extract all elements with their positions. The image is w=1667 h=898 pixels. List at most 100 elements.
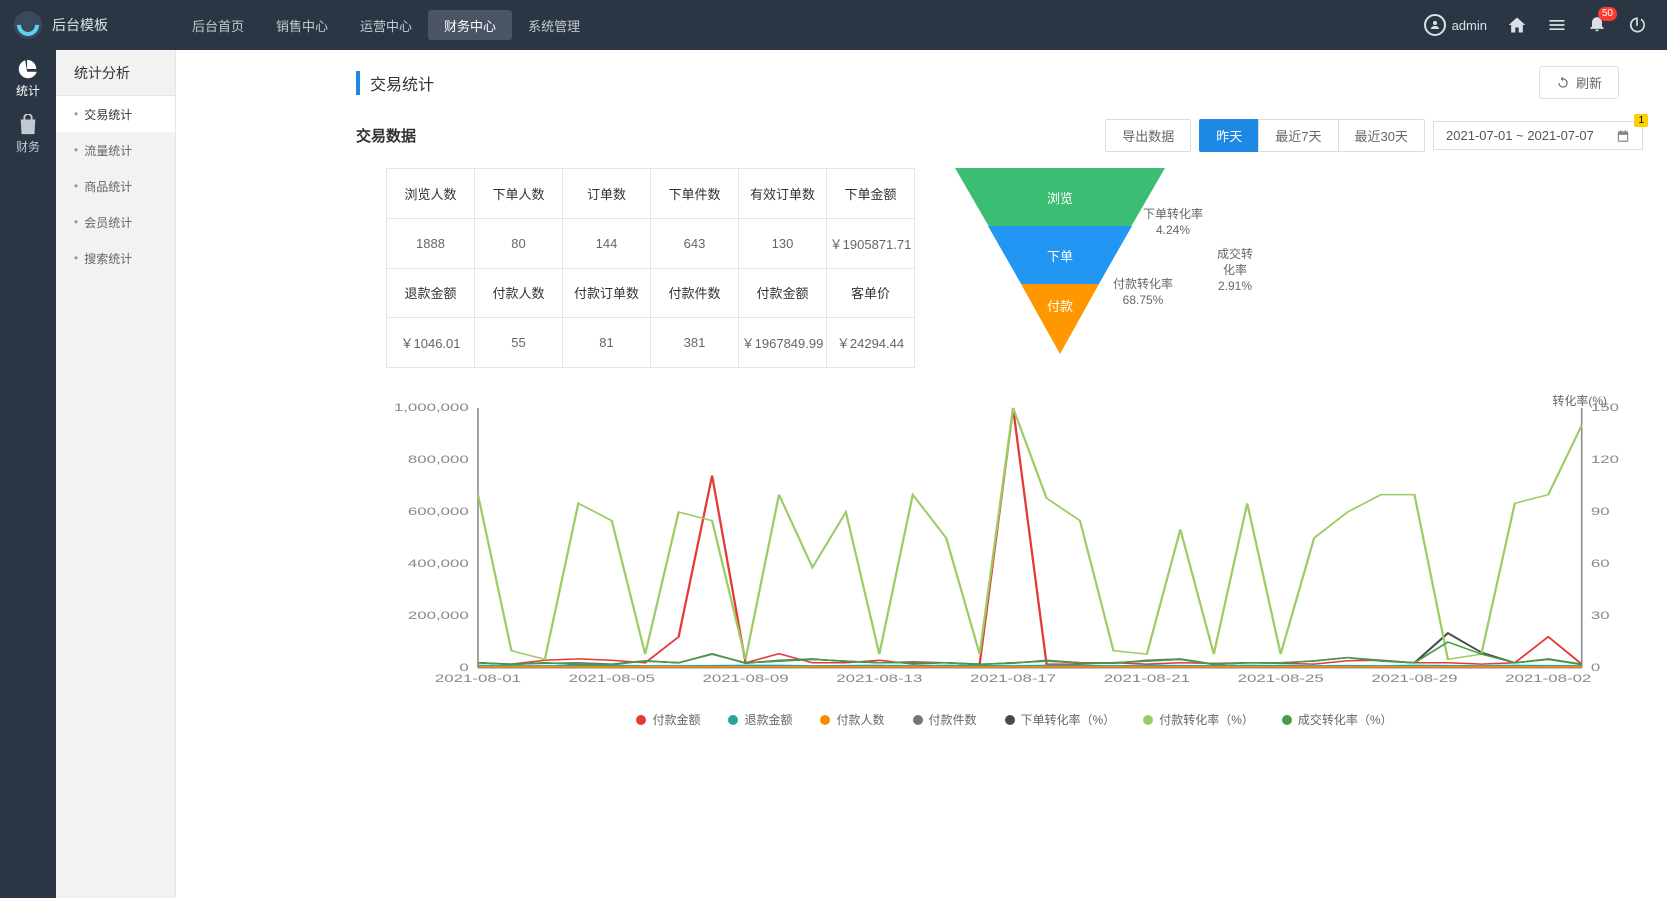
menu-icon[interactable]: [1547, 15, 1567, 35]
svg-text:120: 120: [1591, 454, 1619, 466]
subnav-item-3[interactable]: 会员统计: [56, 204, 175, 240]
y2-title: 转化率(%): [1552, 392, 1607, 409]
power-icon[interactable]: [1627, 15, 1647, 35]
svg-text:2021-08-17: 2021-08-17: [970, 673, 1056, 685]
svg-text:200,000: 200,000: [408, 610, 469, 622]
nav-item-2[interactable]: 运营中心: [344, 0, 428, 50]
refresh-button[interactable]: 刷新: [1539, 66, 1619, 99]
svg-text:2021-08-21: 2021-08-21: [1104, 673, 1190, 685]
user-icon: [1424, 14, 1446, 36]
export-button[interactable]: 导出数据: [1105, 119, 1191, 152]
svg-text:1,000,000: 1,000,000: [394, 402, 469, 414]
legend-item[interactable]: 付款件数: [913, 711, 977, 728]
leftbar-item-stats[interactable]: 统计: [0, 50, 56, 106]
app-title: 后台模板: [52, 15, 108, 35]
funnel-label-1: 下单转化率4.24%: [1143, 206, 1203, 238]
stats-value: ￥1905871.71: [827, 218, 915, 268]
legend-dot: [1143, 715, 1153, 725]
legend-dot: [1282, 715, 1292, 725]
stats-value: 144: [563, 218, 651, 268]
legend-item[interactable]: 付款转化率（%）: [1143, 711, 1254, 728]
date-range-picker[interactable]: 2021-07-01 ~ 2021-07-07 1: [1433, 121, 1643, 150]
legend-item[interactable]: 付款金额: [636, 711, 700, 728]
legend-label: 付款金额: [652, 711, 700, 728]
legend-dot: [636, 715, 646, 725]
legend-item[interactable]: 付款人数: [820, 711, 884, 728]
legend-label: 退款金额: [744, 711, 792, 728]
subnav-item-0[interactable]: 交易统计: [56, 96, 175, 132]
stats-head: 订单数: [563, 169, 651, 219]
nav-item-0[interactable]: 后台首页: [176, 0, 260, 50]
svg-text:600,000: 600,000: [408, 506, 469, 518]
line-chart: 转化率(%) 0200,000400,000600,000800,0001,00…: [356, 398, 1643, 738]
svg-text:2021-08-02: 2021-08-02: [1505, 673, 1591, 685]
page-title: 交易统计: [356, 71, 434, 95]
refresh-label: 刷新: [1576, 73, 1602, 92]
stats-head: 付款人数: [475, 268, 563, 318]
notifications[interactable]: 50: [1587, 13, 1607, 38]
nav-item-4[interactable]: 系统管理: [512, 0, 596, 50]
legend-label: 付款转化率（%）: [1159, 711, 1254, 728]
svg-text:2021-08-09: 2021-08-09: [702, 673, 788, 685]
svg-text:800,000: 800,000: [408, 454, 469, 466]
svg-text:2021-08-29: 2021-08-29: [1371, 673, 1457, 685]
nav-item-1[interactable]: 销售中心: [260, 0, 344, 50]
subnav-item-2[interactable]: 商品统计: [56, 168, 175, 204]
pie-icon: [17, 58, 39, 80]
bag-icon: [17, 114, 39, 136]
stats-value: ￥1967849.99: [739, 318, 827, 368]
stats-value: 55: [475, 318, 563, 368]
notification-badge: 50: [1598, 7, 1617, 21]
stats-head: 下单人数: [475, 169, 563, 219]
svg-text:400,000: 400,000: [408, 558, 469, 570]
svg-text:2021-08-01: 2021-08-01: [435, 673, 521, 685]
quick-range-0[interactable]: 昨天: [1199, 119, 1259, 152]
subnav-item-1[interactable]: 流量统计: [56, 132, 175, 168]
top-nav: 后台首页销售中心运营中心财务中心系统管理: [176, 0, 596, 50]
nav-item-3[interactable]: 财务中心: [428, 10, 512, 40]
stats-head: 退款金额: [387, 268, 475, 318]
stats-value: ￥1046.01: [387, 318, 475, 368]
quick-range-1[interactable]: 最近7天: [1258, 119, 1338, 152]
topbar: 后台模板 后台首页销售中心运营中心财务中心系统管理 admin 50: [0, 0, 1667, 50]
panel-title: 交易数据: [356, 125, 416, 146]
stats-value: 381: [651, 318, 739, 368]
logo-area: 后台模板: [0, 11, 176, 39]
home-icon[interactable]: [1507, 15, 1527, 35]
refresh-icon: [1556, 76, 1570, 90]
svg-text:60: 60: [1591, 558, 1610, 570]
leftbar: 统计 财务: [0, 50, 56, 898]
legend-item[interactable]: 退款金额: [728, 711, 792, 728]
user-menu[interactable]: admin: [1424, 14, 1487, 36]
funnel-stage-2: 下单: [988, 226, 1132, 284]
stats-value: ￥24294.44: [827, 318, 915, 368]
legend-dot: [728, 715, 738, 725]
subnav-title: 统计分析: [56, 50, 175, 96]
stats-head: 下单件数: [651, 169, 739, 219]
stats-table: 浏览人数下单人数订单数下单件数有效订单数下单金额 188880144643130…: [386, 168, 915, 368]
subnav-item-4[interactable]: 搜索统计: [56, 240, 175, 276]
stats-head: 客单价: [827, 268, 915, 318]
stats-head: 有效订单数: [739, 169, 827, 219]
logo-icon: [14, 11, 42, 39]
stats-value: 643: [651, 218, 739, 268]
legend-dot: [820, 715, 830, 725]
date-badge: 1: [1634, 114, 1648, 127]
legend-label: 付款件数: [929, 711, 977, 728]
user-name: admin: [1452, 18, 1487, 33]
funnel-label-2: 付款转化率68.75%: [1113, 276, 1173, 308]
legend-item[interactable]: 成交转化率（%）: [1282, 711, 1393, 728]
svg-text:90: 90: [1591, 506, 1610, 518]
quick-range-2[interactable]: 最近30天: [1338, 119, 1425, 152]
stats-head: 浏览人数: [387, 169, 475, 219]
stats-value: 80: [475, 218, 563, 268]
content: 交易统计 刷新 交易数据 导出数据 昨天最近7天最近30天 2021-07-01…: [176, 50, 1667, 898]
leftbar-label: 统计: [16, 82, 40, 99]
stats-value: 1888: [387, 218, 475, 268]
legend-dot: [913, 715, 923, 725]
funnel-label-3: 成交转化率2.91%: [1215, 246, 1255, 294]
svg-text:2021-08-25: 2021-08-25: [1238, 673, 1324, 685]
legend-item[interactable]: 下单转化率（%）: [1005, 711, 1116, 728]
legend-label: 成交转化率（%）: [1298, 711, 1393, 728]
leftbar-item-finance[interactable]: 财务: [0, 106, 56, 162]
